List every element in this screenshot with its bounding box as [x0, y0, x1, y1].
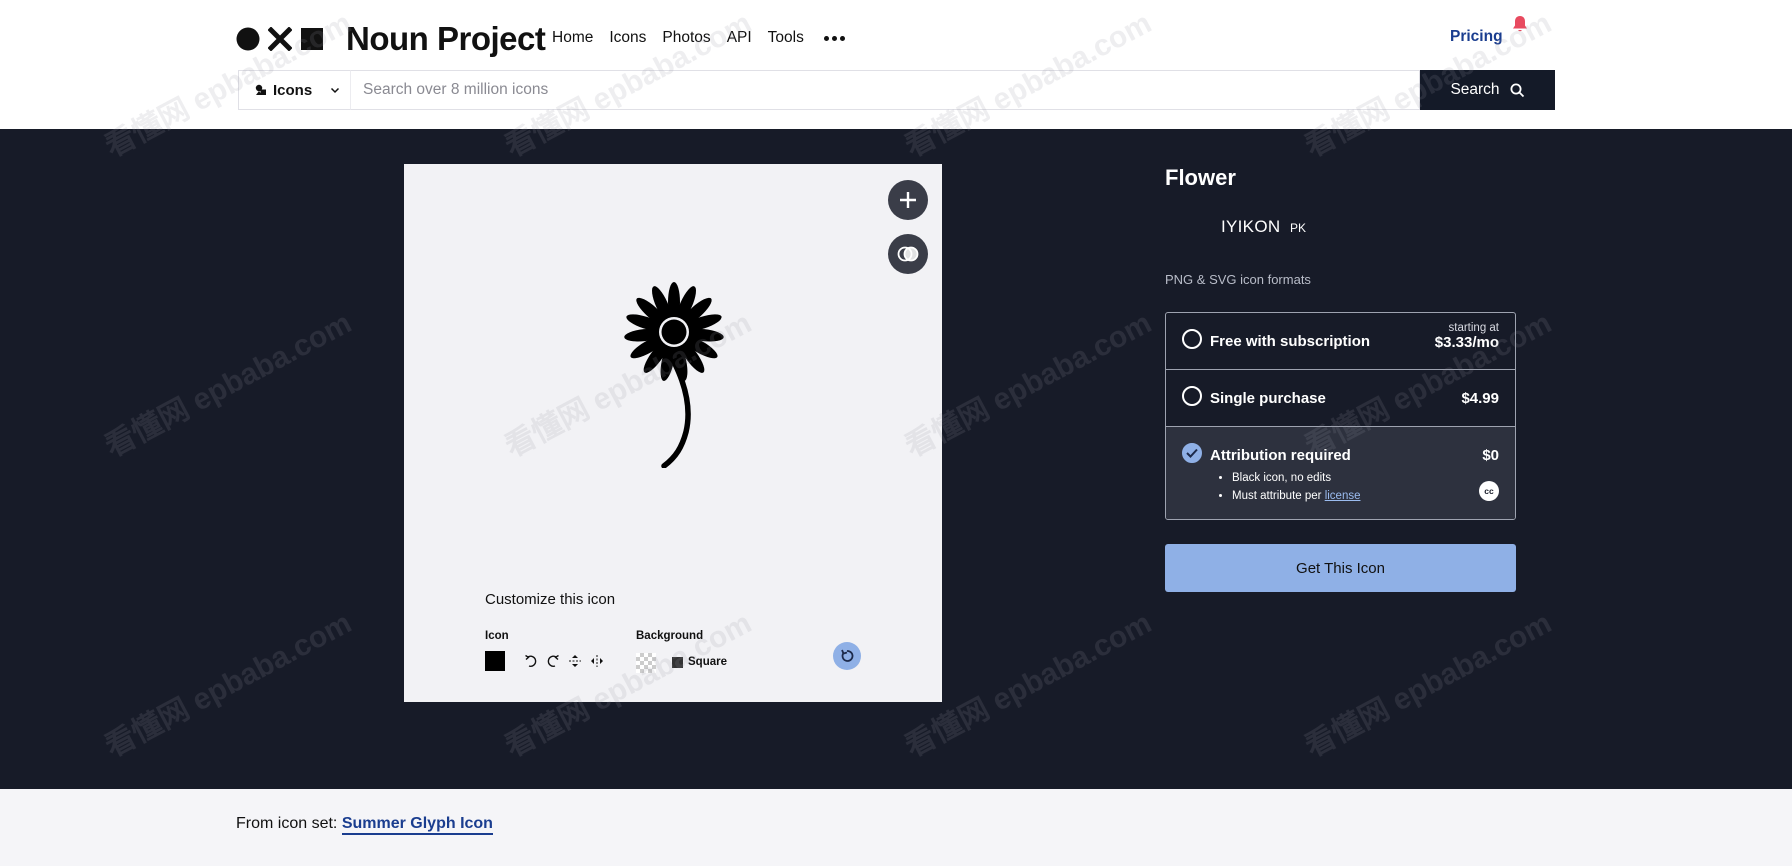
icon-color-swatch[interactable]: [485, 651, 505, 671]
search-type-select[interactable]: Icons: [238, 70, 350, 110]
transparent-background-option[interactable]: [636, 653, 656, 673]
flower-icon: [624, 282, 724, 468]
radio-single-purchase[interactable]: [1182, 386, 1202, 406]
attribution-term-2: Must attribute per license: [1232, 487, 1361, 505]
search-button[interactable]: Search: [1420, 70, 1555, 110]
option-subscription[interactable]: Free with subscription starting at $3.33…: [1166, 313, 1515, 370]
check-icon: [1186, 448, 1198, 458]
nav-photos[interactable]: Photos: [662, 29, 710, 47]
license-link[interactable]: license: [1325, 490, 1361, 502]
icon-options-label: Icon: [485, 630, 509, 642]
creator-country: PK: [1290, 221, 1307, 235]
creative-commons-icon: cc: [1479, 481, 1499, 501]
subscription-label: Free with subscription: [1210, 333, 1371, 350]
single-purchase-label: Single purchase: [1210, 390, 1326, 407]
attribution-label: Attribution required: [1210, 447, 1351, 464]
logo-text: Noun Project: [346, 20, 546, 57]
add-to-collection-button[interactable]: [888, 180, 928, 220]
rotate-left-icon[interactable]: [522, 652, 540, 670]
nav-api[interactable]: API: [727, 29, 752, 47]
pricing-link[interactable]: Pricing: [1450, 28, 1503, 46]
logo-mark: [236, 27, 324, 51]
square-shape-icon: [672, 656, 683, 668]
logo-square-icon: [301, 28, 323, 50]
subscription-starting-at: starting at: [1448, 322, 1500, 334]
rotate-right-icon[interactable]: [544, 652, 562, 670]
search-type-label: Icons: [273, 81, 313, 99]
more-icon[interactable]: [823, 35, 845, 41]
subscription-price: $3.33/mo: [1434, 334, 1499, 351]
icon-title: Flower: [1165, 165, 1236, 190]
search-bar: Icons Search: [238, 70, 1555, 110]
search-icon: [1510, 83, 1524, 97]
single-purchase-price: $4.99: [1461, 390, 1499, 407]
icon-preview: Customize this icon Icon Background Squa…: [404, 164, 942, 702]
icon-set-link[interactable]: Summer Glyph Icon: [341, 815, 493, 835]
customize-title: Customize this icon: [485, 591, 616, 608]
icon-set-line: From icon set: Summer Glyph Icon: [236, 815, 493, 835]
flip-horizontal-icon[interactable]: [588, 652, 606, 670]
main-nav: Home Icons Photos API Tools: [552, 29, 845, 47]
site-header: Noun Project Home Icons Photos API Tools…: [0, 0, 1792, 129]
option-single-purchase[interactable]: Single purchase $4.99: [1166, 370, 1515, 427]
nav-home[interactable]: Home: [552, 29, 593, 47]
attribution-term-1: Black icon, no edits: [1232, 469, 1361, 487]
square-option-label: Square: [688, 656, 727, 668]
square-background-option[interactable]: Square: [672, 656, 727, 668]
plus-icon: [900, 192, 916, 208]
reset-customization-button[interactable]: [833, 642, 861, 670]
notification-bell-icon[interactable]: [1511, 14, 1529, 34]
search-button-label: Search: [1450, 81, 1500, 98]
chevron-down-icon: [331, 87, 340, 94]
logo-circle-icon: [236, 27, 260, 51]
icons-type-icon: [255, 84, 266, 95]
background-options-label: Background: [636, 630, 704, 642]
flip-vertical-icon[interactable]: [566, 652, 584, 670]
license-options: Free with subscription starting at $3.33…: [1165, 312, 1516, 520]
nav-tools[interactable]: Tools: [768, 29, 804, 47]
attribution-terms: Black icon, no edits Must attribute per …: [1232, 469, 1361, 505]
compare-background-button[interactable]: [888, 234, 928, 274]
contrast-icon: [897, 246, 919, 262]
formats-note: PNG & SVG icon formats: [1165, 272, 1311, 287]
get-this-icon-button[interactable]: Get This Icon: [1165, 544, 1516, 592]
creator-name[interactable]: IYIKON: [1221, 217, 1280, 237]
logo[interactable]: Noun Project: [236, 20, 546, 57]
icon-set-prefix: From icon set:: [236, 815, 338, 832]
nav-icons[interactable]: Icons: [609, 29, 646, 47]
logo-x-icon: [268, 27, 292, 51]
reset-icon: [841, 649, 854, 662]
attribution-term-2-text: Must attribute per: [1232, 490, 1322, 502]
search-input[interactable]: [350, 70, 1420, 110]
radio-attribution[interactable]: [1182, 443, 1202, 463]
option-attribution[interactable]: Attribution required $0 Black icon, no e…: [1166, 427, 1515, 519]
attribution-price: $0: [1482, 447, 1499, 464]
radio-subscription[interactable]: [1182, 329, 1202, 349]
